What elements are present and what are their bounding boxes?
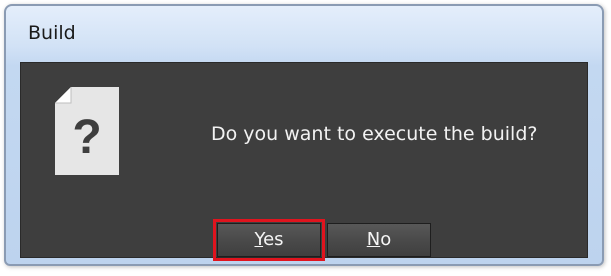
question-document-icon: ? [55, 87, 119, 175]
dialog-content: ? Do you want to execute the build? Yes … [20, 62, 588, 261]
build-dialog-window: Build ? Do you want to execute the build… [4, 4, 604, 266]
confirmation-message: Do you want to execute the build? [211, 123, 538, 145]
svg-text:?: ? [72, 111, 101, 164]
window-title: Build [28, 22, 76, 44]
title-bar[interactable]: Build [6, 6, 602, 58]
yes-label: es [263, 229, 284, 250]
yes-button[interactable]: Yes [213, 219, 325, 261]
no-label: o [380, 229, 392, 250]
yes-mnemonic: Y [254, 229, 264, 250]
no-button[interactable]: No [327, 223, 431, 257]
no-mnemonic: N [366, 229, 381, 250]
